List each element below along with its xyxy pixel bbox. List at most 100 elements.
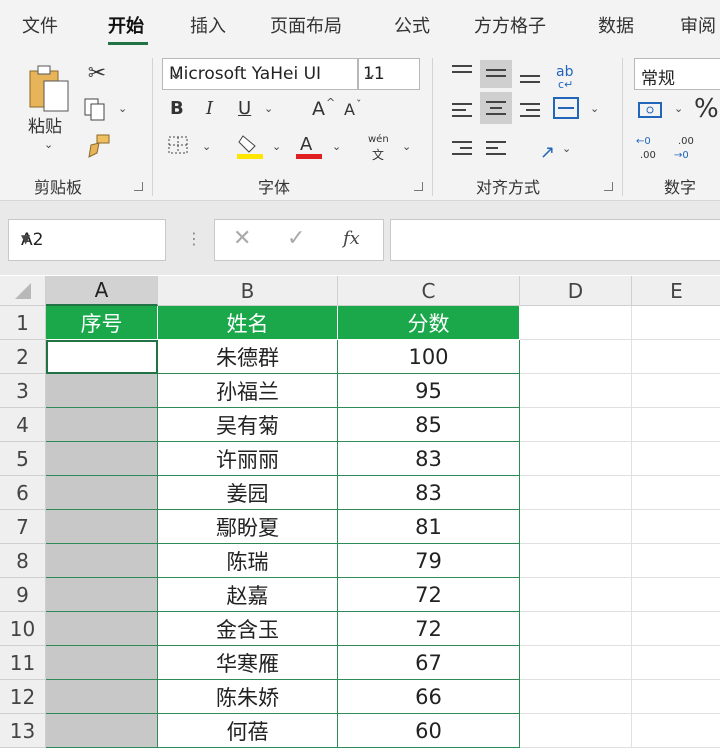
tab-data[interactable]: 数据 (598, 12, 634, 38)
font-launcher-icon[interactable] (414, 182, 423, 191)
tab-home[interactable]: 开始 (108, 12, 144, 38)
font-color-icon[interactable]: A (296, 132, 322, 160)
cell[interactable] (632, 544, 720, 578)
cell[interactable] (632, 340, 720, 374)
cell[interactable] (520, 646, 632, 680)
column-header-c[interactable]: C (338, 276, 520, 306)
row-header[interactable]: 11 (0, 646, 46, 680)
index-cell[interactable] (46, 680, 158, 714)
score-cell[interactable]: 60 (338, 714, 520, 748)
cell[interactable] (520, 476, 632, 510)
row-header[interactable]: 5 (0, 442, 46, 476)
name-cell[interactable]: 陈瑞 (158, 544, 338, 578)
formula-bar-grip-icon[interactable]: ⋮ (186, 229, 202, 248)
name-cell[interactable]: 吴有菊 (158, 408, 338, 442)
clipboard-launcher-icon[interactable] (134, 182, 143, 191)
score-cell[interactable]: 85 (338, 408, 520, 442)
index-cell[interactable] (46, 646, 158, 680)
score-cell[interactable]: 83 (338, 476, 520, 510)
name-cell[interactable]: 华寒雁 (158, 646, 338, 680)
index-cell[interactable] (46, 612, 158, 646)
header-cell-score[interactable]: 分数 (338, 306, 520, 340)
name-cell[interactable]: 陈朱娇 (158, 680, 338, 714)
tab-page-layout[interactable]: 页面布局 (270, 12, 342, 38)
copy-icon[interactable] (82, 96, 108, 122)
name-box-dropdown-icon[interactable]: ▼ (21, 232, 157, 246)
name-cell[interactable]: 鄢盼夏 (158, 510, 338, 544)
grow-font-button[interactable]: A (312, 98, 325, 120)
row-header[interactable]: 3 (0, 374, 46, 408)
format-painter-icon[interactable] (84, 132, 112, 160)
phonetic-bottom[interactable]: 文 (372, 146, 384, 163)
header-cell-name[interactable]: 姓名 (158, 306, 338, 340)
row-header[interactable]: 13 (0, 714, 46, 748)
decrease-decimal-icon[interactable]: .00 →0 (674, 132, 704, 162)
enter-icon[interactable]: ✓ (287, 226, 305, 251)
increase-decimal-icon[interactable]: ←0.00 (636, 132, 666, 162)
score-cell[interactable]: 100 (338, 340, 520, 374)
cell[interactable] (632, 306, 720, 340)
score-cell[interactable]: 95 (338, 374, 520, 408)
accounting-format-icon[interactable] (636, 98, 666, 122)
fill-color-dropdown-icon[interactable]: ⌄ (272, 140, 281, 153)
row-header[interactable]: 8 (0, 544, 46, 578)
score-cell[interactable]: 72 (338, 578, 520, 612)
index-cell[interactable] (46, 340, 158, 374)
bold-button[interactable]: B (170, 98, 184, 119)
index-cell[interactable] (46, 442, 158, 476)
index-cell[interactable] (46, 714, 158, 748)
name-cell[interactable]: 金含玉 (158, 612, 338, 646)
column-header-d[interactable]: D (520, 276, 632, 306)
tab-formulas[interactable]: 公式 (394, 12, 430, 38)
orientation-dropdown-icon[interactable]: ⌄ (562, 142, 571, 155)
accounting-dropdown-icon[interactable]: ⌄ (674, 102, 683, 115)
row-header[interactable]: 4 (0, 408, 46, 442)
name-cell[interactable]: 朱德群 (158, 340, 338, 374)
row-header[interactable]: 12 (0, 680, 46, 714)
row-header[interactable]: 7 (0, 510, 46, 544)
alignment-icons[interactable]: ab c↵ ↗ (446, 60, 596, 176)
shrink-font-button[interactable]: A (344, 100, 355, 119)
cell[interactable] (632, 374, 720, 408)
name-box[interactable]: A2 ▼ (8, 219, 166, 261)
name-cell[interactable]: 姜园 (158, 476, 338, 510)
index-cell[interactable] (46, 408, 158, 442)
border-dropdown-icon[interactable]: ⌄ (202, 140, 211, 153)
cell[interactable] (520, 340, 632, 374)
alignment-launcher-icon[interactable] (604, 182, 613, 191)
index-cell[interactable] (46, 544, 158, 578)
paste-dropdown-icon[interactable]: ⌄ (44, 138, 53, 151)
row-header[interactable]: 10 (0, 612, 46, 646)
cell[interactable] (632, 510, 720, 544)
score-cell[interactable]: 83 (338, 442, 520, 476)
italic-button[interactable]: I (206, 98, 213, 119)
paste-button[interactable] (26, 62, 72, 114)
fill-color-icon[interactable] (236, 132, 264, 160)
row-header[interactable]: 2 (0, 340, 46, 374)
column-header-e[interactable]: E (632, 276, 720, 306)
name-cell[interactable]: 许丽丽 (158, 442, 338, 476)
cell[interactable] (632, 680, 720, 714)
name-cell[interactable]: 孙福兰 (158, 374, 338, 408)
select-all-corner[interactable] (0, 276, 46, 306)
cell[interactable] (632, 442, 720, 476)
row-header[interactable]: 6 (0, 476, 46, 510)
percent-button[interactable]: % (694, 94, 719, 124)
copy-dropdown-icon[interactable]: ⌄ (118, 102, 127, 115)
font-size-select[interactable]: 11 ⌄ (358, 58, 420, 90)
cell[interactable] (632, 476, 720, 510)
underline-button[interactable]: U (238, 98, 251, 119)
font-color-dropdown-icon[interactable]: ⌄ (332, 140, 341, 153)
tab-review[interactable]: 审阅 (680, 12, 716, 38)
cell[interactable] (520, 374, 632, 408)
cell[interactable] (632, 646, 720, 680)
cell[interactable] (520, 578, 632, 612)
cell[interactable] (632, 578, 720, 612)
cell[interactable] (520, 544, 632, 578)
score-cell[interactable]: 67 (338, 646, 520, 680)
score-cell[interactable]: 81 (338, 510, 520, 544)
underline-dropdown-icon[interactable]: ⌄ (264, 102, 273, 115)
score-cell[interactable]: 79 (338, 544, 520, 578)
score-cell[interactable]: 72 (338, 612, 520, 646)
phonetic-top[interactable]: wén (368, 134, 389, 145)
